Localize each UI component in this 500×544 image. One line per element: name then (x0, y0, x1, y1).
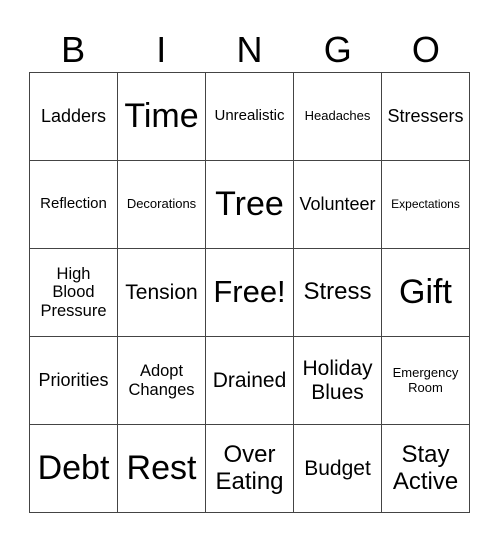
bingo-cell[interactable]: Unrealistic (206, 73, 294, 161)
bingo-cell[interactable]: Tree (206, 161, 294, 249)
bingo-cell[interactable]: Ladders (30, 73, 118, 161)
bingo-cell[interactable]: Debt (30, 425, 118, 513)
bingo-cell[interactable]: Stay Active (382, 425, 470, 513)
bingo-cell[interactable]: Budget (294, 425, 382, 513)
header-letter-g: G (323, 29, 352, 70)
bingo-cell[interactable]: High Blood Pressure (30, 249, 118, 337)
bingo-cell[interactable]: Stress (294, 249, 382, 337)
bingo-cell[interactable]: Headaches (294, 73, 382, 161)
bingo-cell[interactable]: Reflection (30, 161, 118, 249)
bingo-cell[interactable]: Expectations (382, 161, 470, 249)
bingo-header: B I N G O (29, 28, 470, 72)
bingo-cell[interactable]: Stressers (382, 73, 470, 161)
bingo-cell[interactable]: Tension (118, 249, 206, 337)
header-letter-i: I (156, 29, 167, 70)
bingo-grid: Ladders Time Unrealistic Headaches Stres… (29, 72, 470, 513)
bingo-cell[interactable]: Adopt Changes (118, 337, 206, 425)
bingo-cell[interactable]: Holiday Blues (294, 337, 382, 425)
bingo-cell[interactable]: Drained (206, 337, 294, 425)
bingo-cell[interactable]: Priorities (30, 337, 118, 425)
bingo-cell[interactable]: Gift (382, 249, 470, 337)
header-letter-b: B (61, 29, 86, 70)
header-letter-n: N (236, 29, 263, 70)
bingo-cell[interactable]: Decorations (118, 161, 206, 249)
header-letter-o: O (411, 29, 440, 70)
bingo-cell[interactable]: Rest (118, 425, 206, 513)
free-space-cell[interactable]: Free! (206, 249, 294, 337)
bingo-cell[interactable]: Over Eating (206, 425, 294, 513)
bingo-cell[interactable]: Volunteer (294, 161, 382, 249)
bingo-cell[interactable]: Emergency Room (382, 337, 470, 425)
bingo-cell[interactable]: Time (118, 73, 206, 161)
